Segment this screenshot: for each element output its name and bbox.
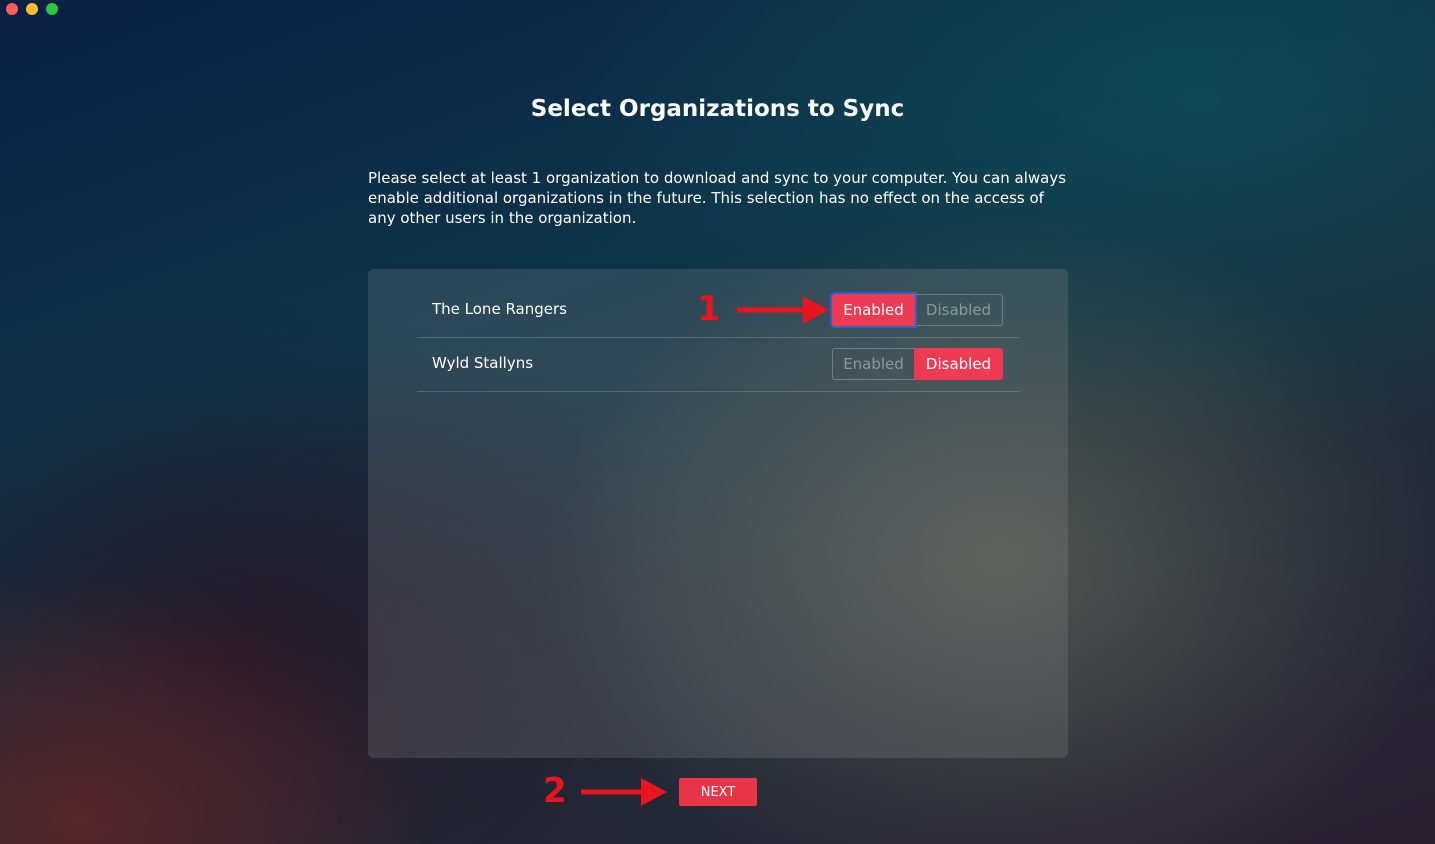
organization-name: Wyld Stallyns: [432, 354, 534, 372]
annotation-number: 1: [697, 289, 721, 329]
enabled-button[interactable]: Enabled: [832, 348, 915, 380]
disabled-button[interactable]: Disabled: [914, 348, 1003, 380]
page-title: Select Organizations to Sync: [530, 96, 905, 122]
arrow-right-icon: [736, 296, 829, 324]
annotation-1: 1: [697, 292, 833, 326]
annotation-number: 2: [543, 771, 567, 811]
annotation-2: 2: [543, 774, 671, 808]
organization-name: The Lone Rangers: [432, 300, 567, 318]
close-window-icon[interactable]: [6, 3, 18, 15]
zoom-window-icon[interactable]: [46, 3, 58, 15]
sync-toggle-wyld-stallyns: Enabled Disabled: [832, 348, 1003, 380]
enabled-button[interactable]: Enabled: [832, 294, 915, 326]
organization-row-wyld-stallyns: Wyld Stallyns Enabled Disabled: [417, 338, 1019, 392]
arrow-right-icon: [580, 778, 667, 806]
sync-toggle-lone-rangers: Enabled Disabled: [832, 294, 1003, 326]
window-controls: [6, 3, 58, 15]
minimize-window-icon[interactable]: [26, 3, 38, 15]
disabled-button[interactable]: Disabled: [914, 294, 1003, 326]
next-button[interactable]: NEXT: [679, 778, 757, 806]
page-description: Please select at least 1 organization to…: [368, 169, 1067, 227]
